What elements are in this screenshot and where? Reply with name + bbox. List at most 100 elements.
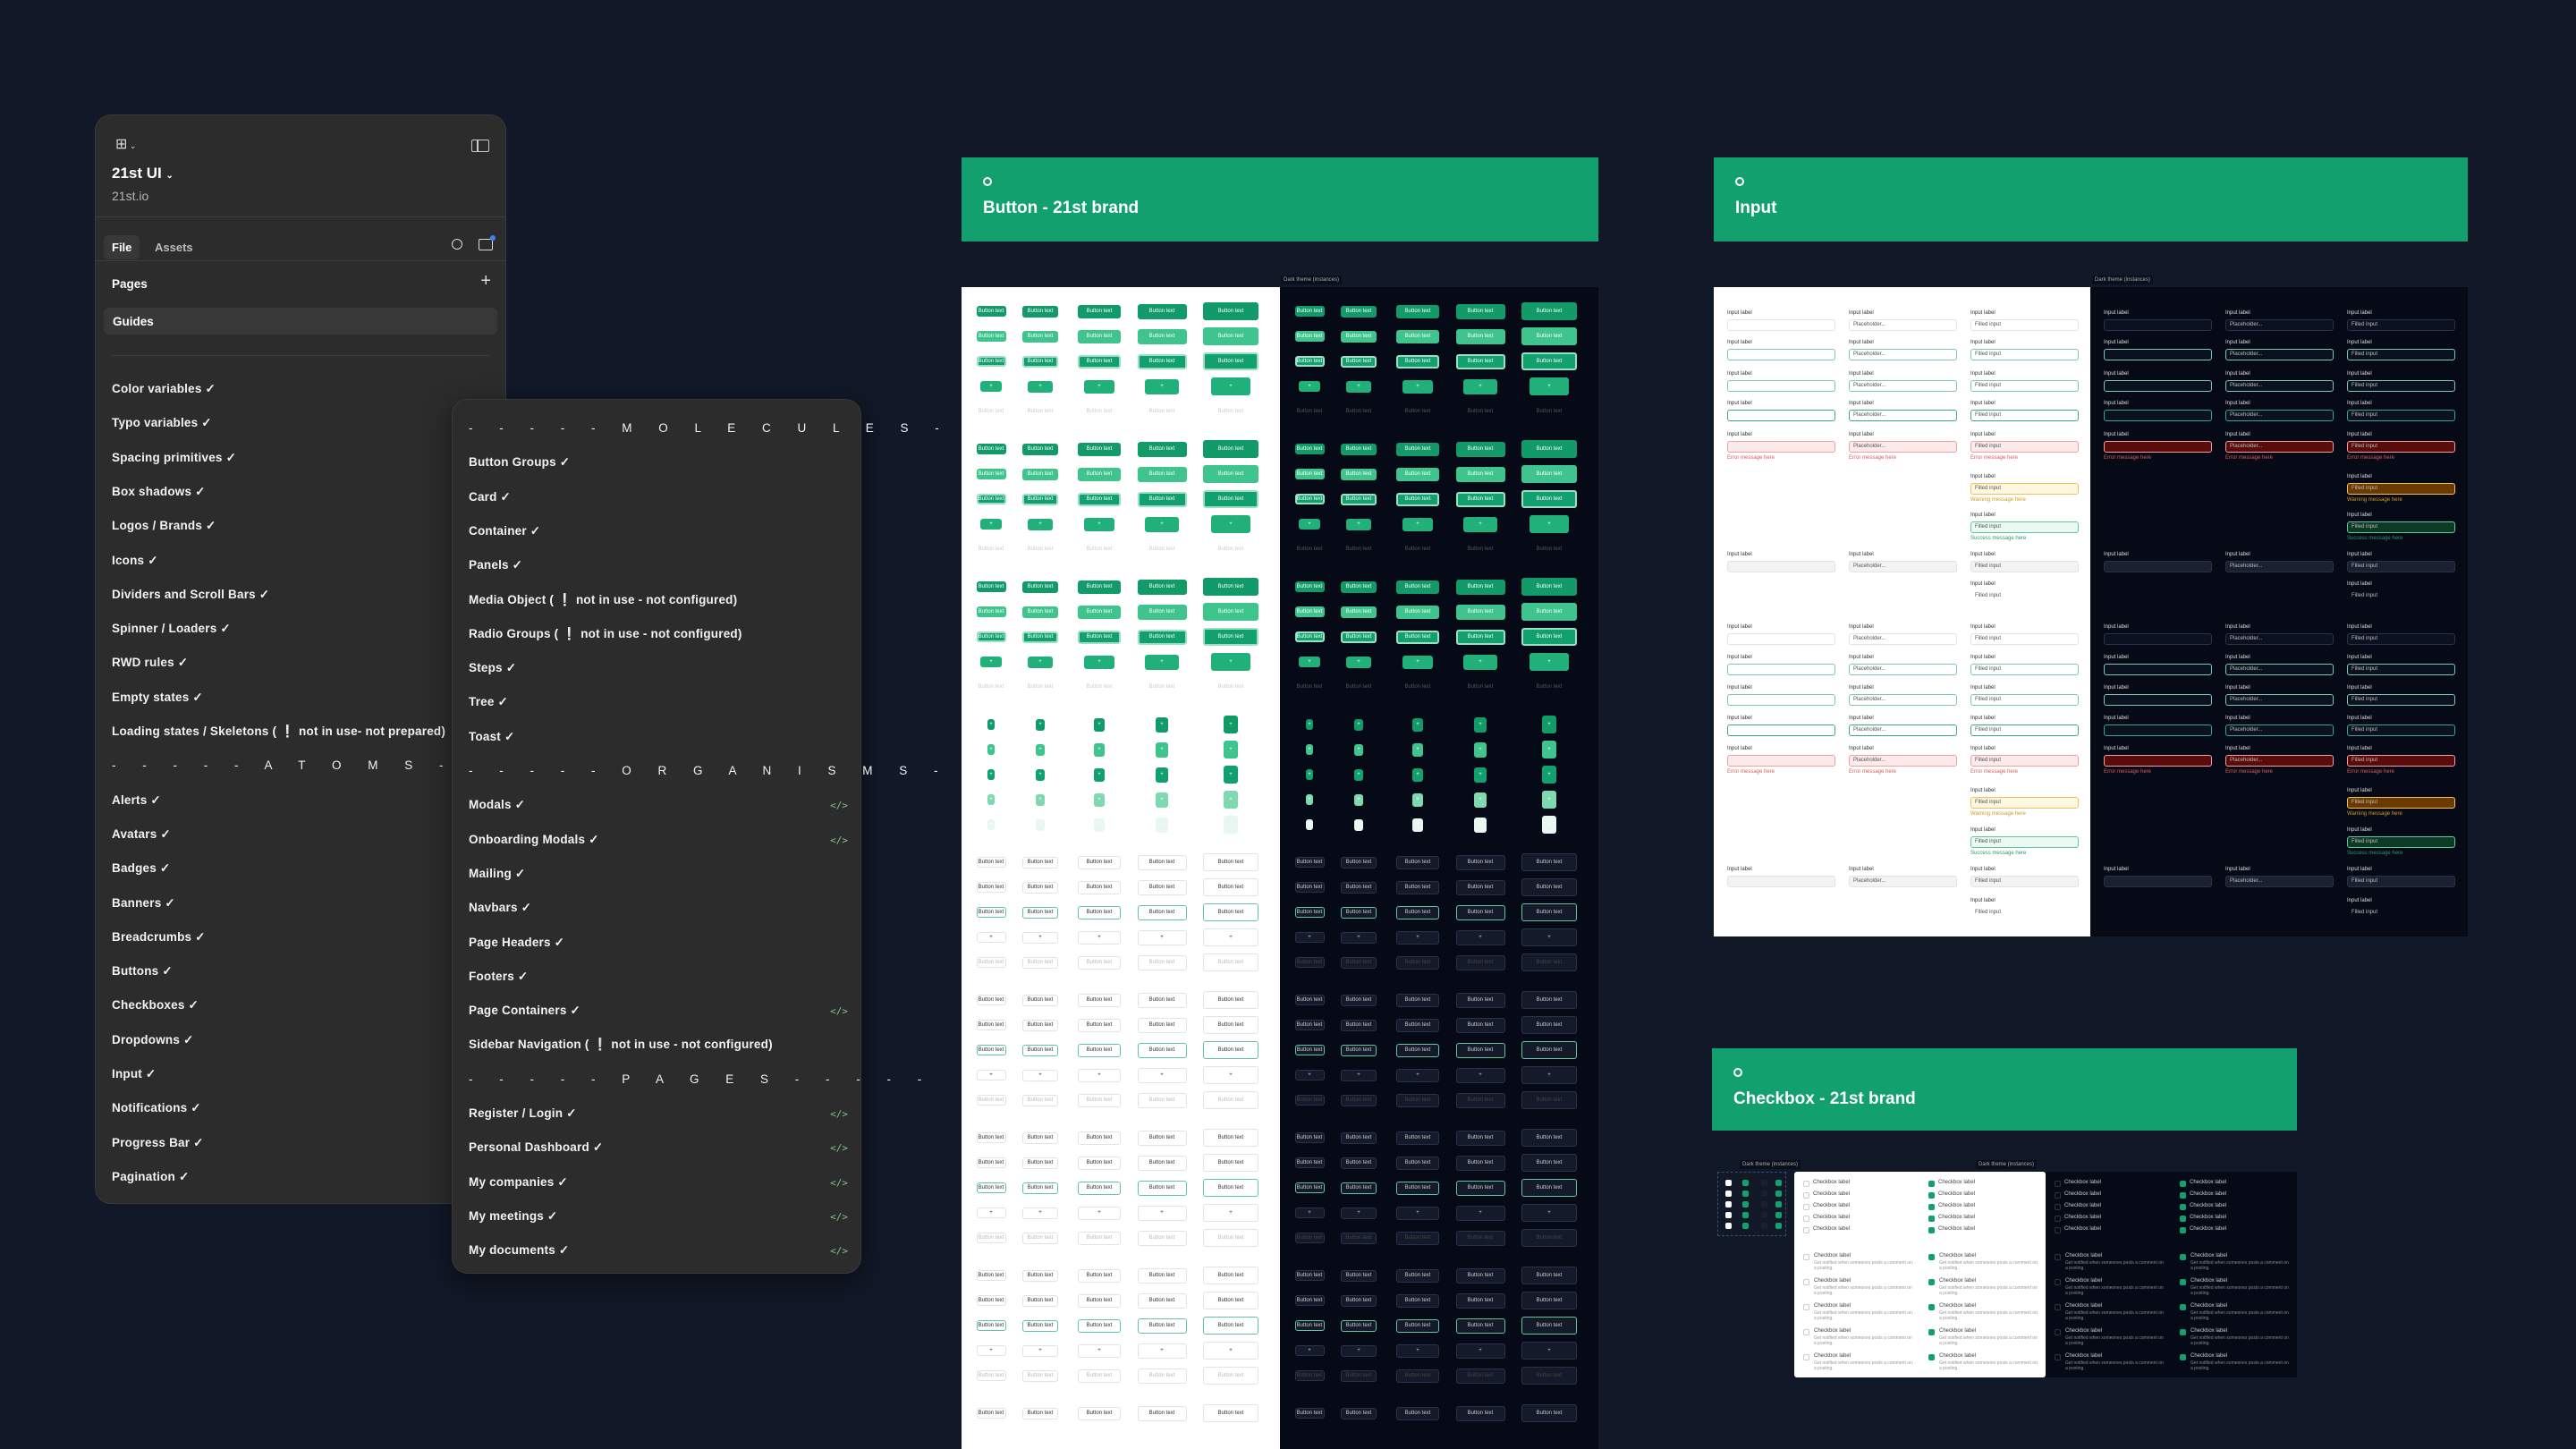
checkbox[interactable] — [1803, 1181, 1809, 1187]
checkbox[interactable] — [2055, 1304, 2061, 1310]
button-sample[interactable]: Button text — [1078, 681, 1121, 694]
input-field[interactable] — [1727, 632, 1835, 645]
button-sample[interactable]: Button text — [1341, 305, 1377, 318]
icon-button-sample[interactable]: + — [1530, 515, 1569, 533]
button-sample[interactable]: Button text — [1396, 329, 1439, 343]
input-field[interactable] — [1727, 664, 1835, 676]
button-sample[interactable]: Button text — [1521, 1367, 1577, 1385]
button-sample[interactable]: Button text — [1341, 682, 1377, 693]
icon-button-sample[interactable]: + — [1211, 377, 1250, 395]
icon-button-sample[interactable]: + — [1294, 1345, 1325, 1356]
icon-button-sample[interactable]: + — [1306, 819, 1313, 830]
button-sample[interactable]: Button text — [1022, 330, 1058, 343]
button-sample[interactable]: Button text — [1203, 1091, 1258, 1109]
button-sample[interactable]: Button text — [1078, 1093, 1121, 1107]
button-sample[interactable]: Button text — [1022, 856, 1058, 869]
icon-button-sample[interactable]: + — [1396, 1206, 1439, 1220]
input-field[interactable] — [1727, 348, 1835, 360]
button-sample[interactable]: Button text — [1294, 1095, 1325, 1106]
page-item[interactable]: Navbars ✓ — [469, 901, 531, 915]
button-sample[interactable]: Button text — [1203, 991, 1258, 1009]
checkbox-frame-header[interactable]: Checkbox - 21st brand — [1712, 1048, 2297, 1131]
icon-button-sample[interactable]: + — [1455, 929, 1505, 945]
button-sample[interactable]: Button text — [1521, 352, 1577, 370]
button-sample[interactable]: Button text — [1521, 628, 1577, 646]
button-sample[interactable]: Button text — [1078, 442, 1121, 456]
button-sample[interactable]: Button text — [1455, 1267, 1505, 1284]
button-sample[interactable]: Button text — [1455, 579, 1505, 595]
input-field[interactable]: Filled input — [2347, 348, 2455, 360]
button-sample[interactable]: Button text — [1078, 1018, 1121, 1032]
button-sample[interactable]: Button text — [1137, 904, 1187, 920]
page-item[interactable]: Box shadows ✓ — [112, 485, 206, 499]
tab-file[interactable]: File — [104, 235, 140, 259]
page-item[interactable]: Typo variables ✓ — [112, 416, 212, 430]
button-sample[interactable]: Button text — [1521, 1317, 1577, 1335]
icon-button-sample[interactable]: + — [1036, 818, 1045, 831]
button-sample[interactable]: Button text — [1521, 1229, 1577, 1247]
button-sample[interactable]: Button text — [1341, 606, 1377, 618]
checkbox[interactable] — [1803, 1192, 1809, 1199]
button-sample[interactable]: Button text — [1078, 605, 1121, 619]
button-sample[interactable]: Button text — [1341, 856, 1377, 869]
button-sample[interactable]: Button text — [1521, 1129, 1577, 1147]
checkbox[interactable] — [2055, 1329, 2061, 1335]
input-field[interactable]: Filled input — [1970, 318, 2079, 331]
button-sample[interactable]: Button text — [1022, 1369, 1058, 1382]
button-sample[interactable]: Button text — [1138, 404, 1187, 419]
checkbox[interactable] — [2180, 1304, 2186, 1310]
button-sample[interactable]: Button text — [1078, 1156, 1121, 1170]
icon-button-sample[interactable]: + — [1299, 519, 1320, 530]
button-sample[interactable]: Button text — [1137, 328, 1187, 344]
button-sample[interactable]: Button text — [1455, 1155, 1505, 1171]
button-sample[interactable]: Button text — [1521, 878, 1577, 896]
checkbox[interactable] — [1928, 1354, 1935, 1360]
button-sample[interactable]: Button text — [1022, 493, 1058, 505]
input-field[interactable] — [2104, 664, 2212, 676]
checkbox[interactable] — [1803, 1254, 1809, 1260]
button-sample[interactable]: Button text — [1455, 854, 1505, 870]
page-item[interactable]: Loading states / Skeletons ( ❕ not in us… — [112, 724, 445, 739]
input-field[interactable]: Placeholder... — [2225, 693, 2334, 706]
input-field[interactable]: Filled input — [2347, 483, 2455, 496]
button-sample[interactable]: Button text — [976, 306, 1006, 317]
icon-button-sample[interactable]: + — [1474, 741, 1487, 758]
button-sample[interactable]: Button text — [1294, 306, 1325, 317]
button-sample[interactable]: Button text — [1078, 1368, 1121, 1383]
icon-button-sample[interactable]: + — [1294, 1070, 1325, 1080]
button-sample[interactable]: Button text — [1022, 305, 1058, 318]
button-sample[interactable]: Button text — [1137, 629, 1187, 645]
code-icon[interactable]: </> — [830, 835, 848, 846]
button-sample[interactable]: Button text — [1521, 1179, 1577, 1197]
button-sample[interactable]: Button text — [1203, 402, 1258, 420]
icon-button-sample[interactable]: + — [1354, 793, 1363, 806]
icon-button-sample[interactable]: + — [1094, 792, 1105, 807]
icon-button-sample[interactable]: + — [1144, 654, 1180, 670]
button-sample[interactable]: Button text — [1396, 1268, 1439, 1283]
icon-button-sample[interactable]: + — [1156, 741, 1168, 758]
button-sample[interactable]: Button text — [1137, 491, 1187, 507]
button-sample[interactable]: Button text — [976, 1408, 1006, 1419]
button-sample[interactable]: Button text — [1295, 544, 1325, 555]
button-sample[interactable]: Button text — [1078, 580, 1121, 594]
input-field[interactable] — [1727, 876, 1835, 888]
button-sample[interactable]: Button text — [1341, 406, 1377, 418]
button-sample[interactable]: Button text — [1203, 603, 1258, 621]
button-sample[interactable]: Button text — [1022, 468, 1058, 480]
checkbox[interactable] — [1803, 1204, 1809, 1210]
button-sample[interactable]: Button text — [1294, 995, 1325, 1005]
button-sample[interactable]: Button text — [1137, 353, 1187, 369]
button-sample[interactable]: Button text — [1294, 331, 1325, 342]
button-sample[interactable]: Button text — [1396, 880, 1439, 894]
button-sample[interactable]: Button text — [1137, 1042, 1187, 1058]
button-sample[interactable]: Button text — [1022, 1157, 1058, 1169]
icon-button-sample[interactable]: + — [1521, 1066, 1577, 1084]
button-sample[interactable]: Button text — [1455, 303, 1505, 319]
icon-button-sample[interactable]: + — [976, 1345, 1006, 1356]
page-item[interactable]: Toast ✓ — [469, 730, 514, 744]
icon-button-sample[interactable]: + — [1036, 793, 1045, 806]
page-item[interactable]: Register / Login ✓ — [469, 1106, 577, 1121]
button-sample[interactable]: Button text — [1022, 1131, 1058, 1144]
icon-button-sample[interactable]: + — [1094, 742, 1105, 757]
button-sample[interactable]: Button text — [1396, 1318, 1439, 1333]
